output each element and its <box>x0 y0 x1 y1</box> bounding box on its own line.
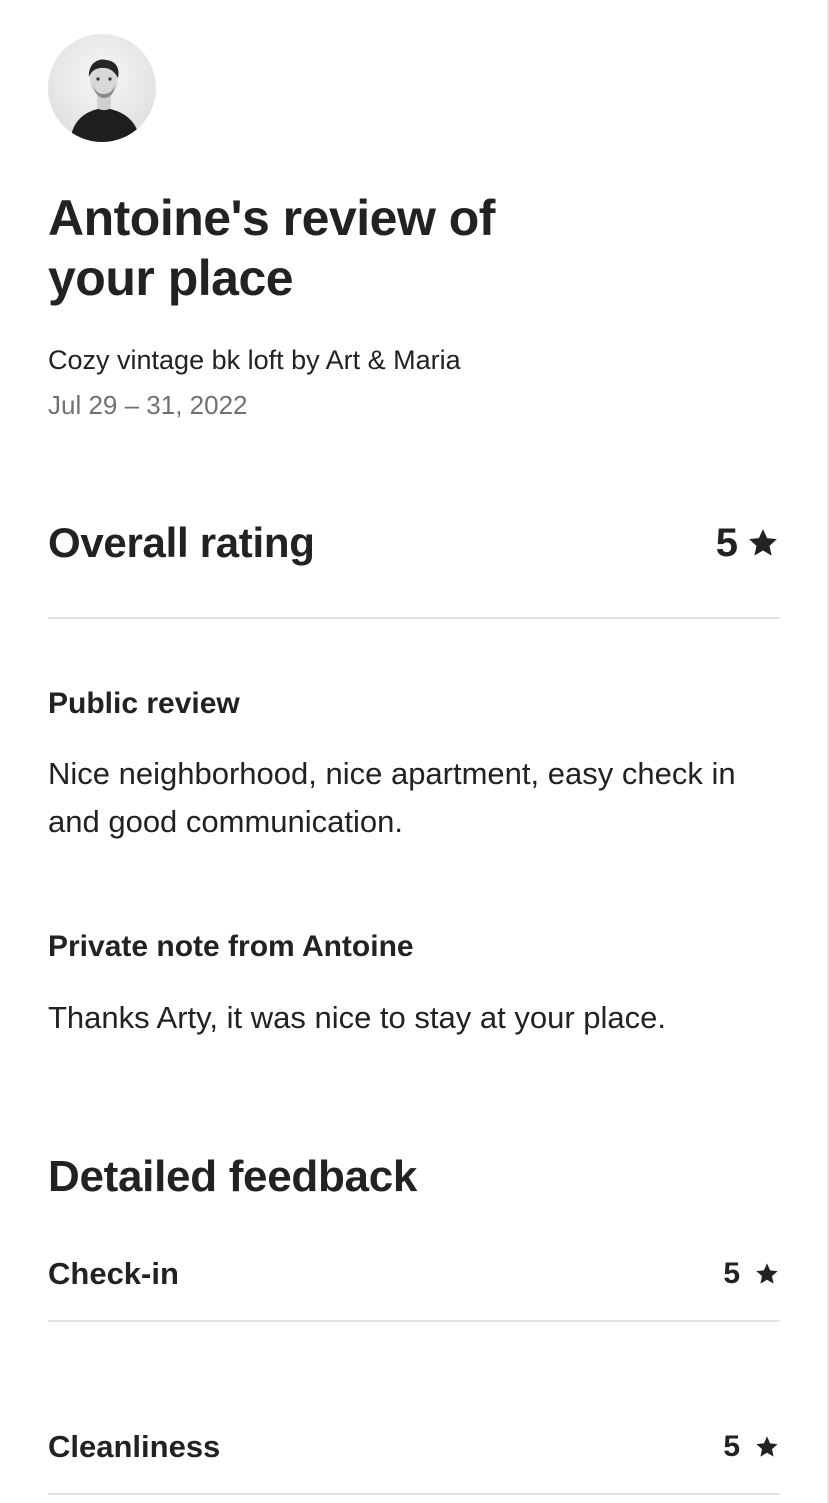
private-note-label: Private note from Antoine <box>48 930 414 963</box>
reviewer-avatar[interactable] <box>48 34 156 142</box>
star-icon <box>756 1436 778 1457</box>
public-review-label: Public review <box>48 687 240 720</box>
divider <box>48 1320 780 1322</box>
feedback-row-check-in: Check-in 5 <box>48 1254 780 1294</box>
reviewer-avatar-photo <box>48 34 156 142</box>
stay-dates: Jul 29 – 31, 2022 <box>48 390 248 420</box>
star-icon <box>749 529 777 556</box>
overall-rating-row: Overall rating 5 <box>48 516 780 570</box>
private-note-text: Thanks Arty, it was nice to stay at your… <box>48 1000 666 1035</box>
divider <box>48 1493 780 1495</box>
star-icon <box>756 1263 778 1284</box>
feedback-value-check-in: 5 <box>723 1257 740 1290</box>
overall-rating-value: 5 <box>715 520 738 565</box>
review-screen: { "review": { "title": "Antoine's review… <box>0 0 829 1503</box>
feedback-value-group: 5 <box>723 1257 780 1291</box>
listing-name[interactable]: Cozy vintage bk loft by Art & Maria <box>48 344 461 376</box>
feedback-label-check-in: Check-in <box>48 1256 179 1291</box>
review-title: Antoine's review of your place <box>48 190 495 306</box>
divider <box>48 617 780 619</box>
feedback-value-group: 5 <box>723 1430 780 1464</box>
overall-rating-value-group: 5 <box>716 521 780 566</box>
feedback-value-cleanliness: 5 <box>723 1430 740 1463</box>
detailed-feedback-heading: Detailed feedback <box>48 1152 418 1201</box>
overall-rating-label: Overall rating <box>48 519 315 566</box>
feedback-row-cleanliness: Cleanliness 5 <box>48 1427 780 1467</box>
feedback-label-cleanliness: Cleanliness <box>48 1429 221 1464</box>
public-review-text: Nice neighborhood, nice apartment, easy … <box>48 756 736 839</box>
